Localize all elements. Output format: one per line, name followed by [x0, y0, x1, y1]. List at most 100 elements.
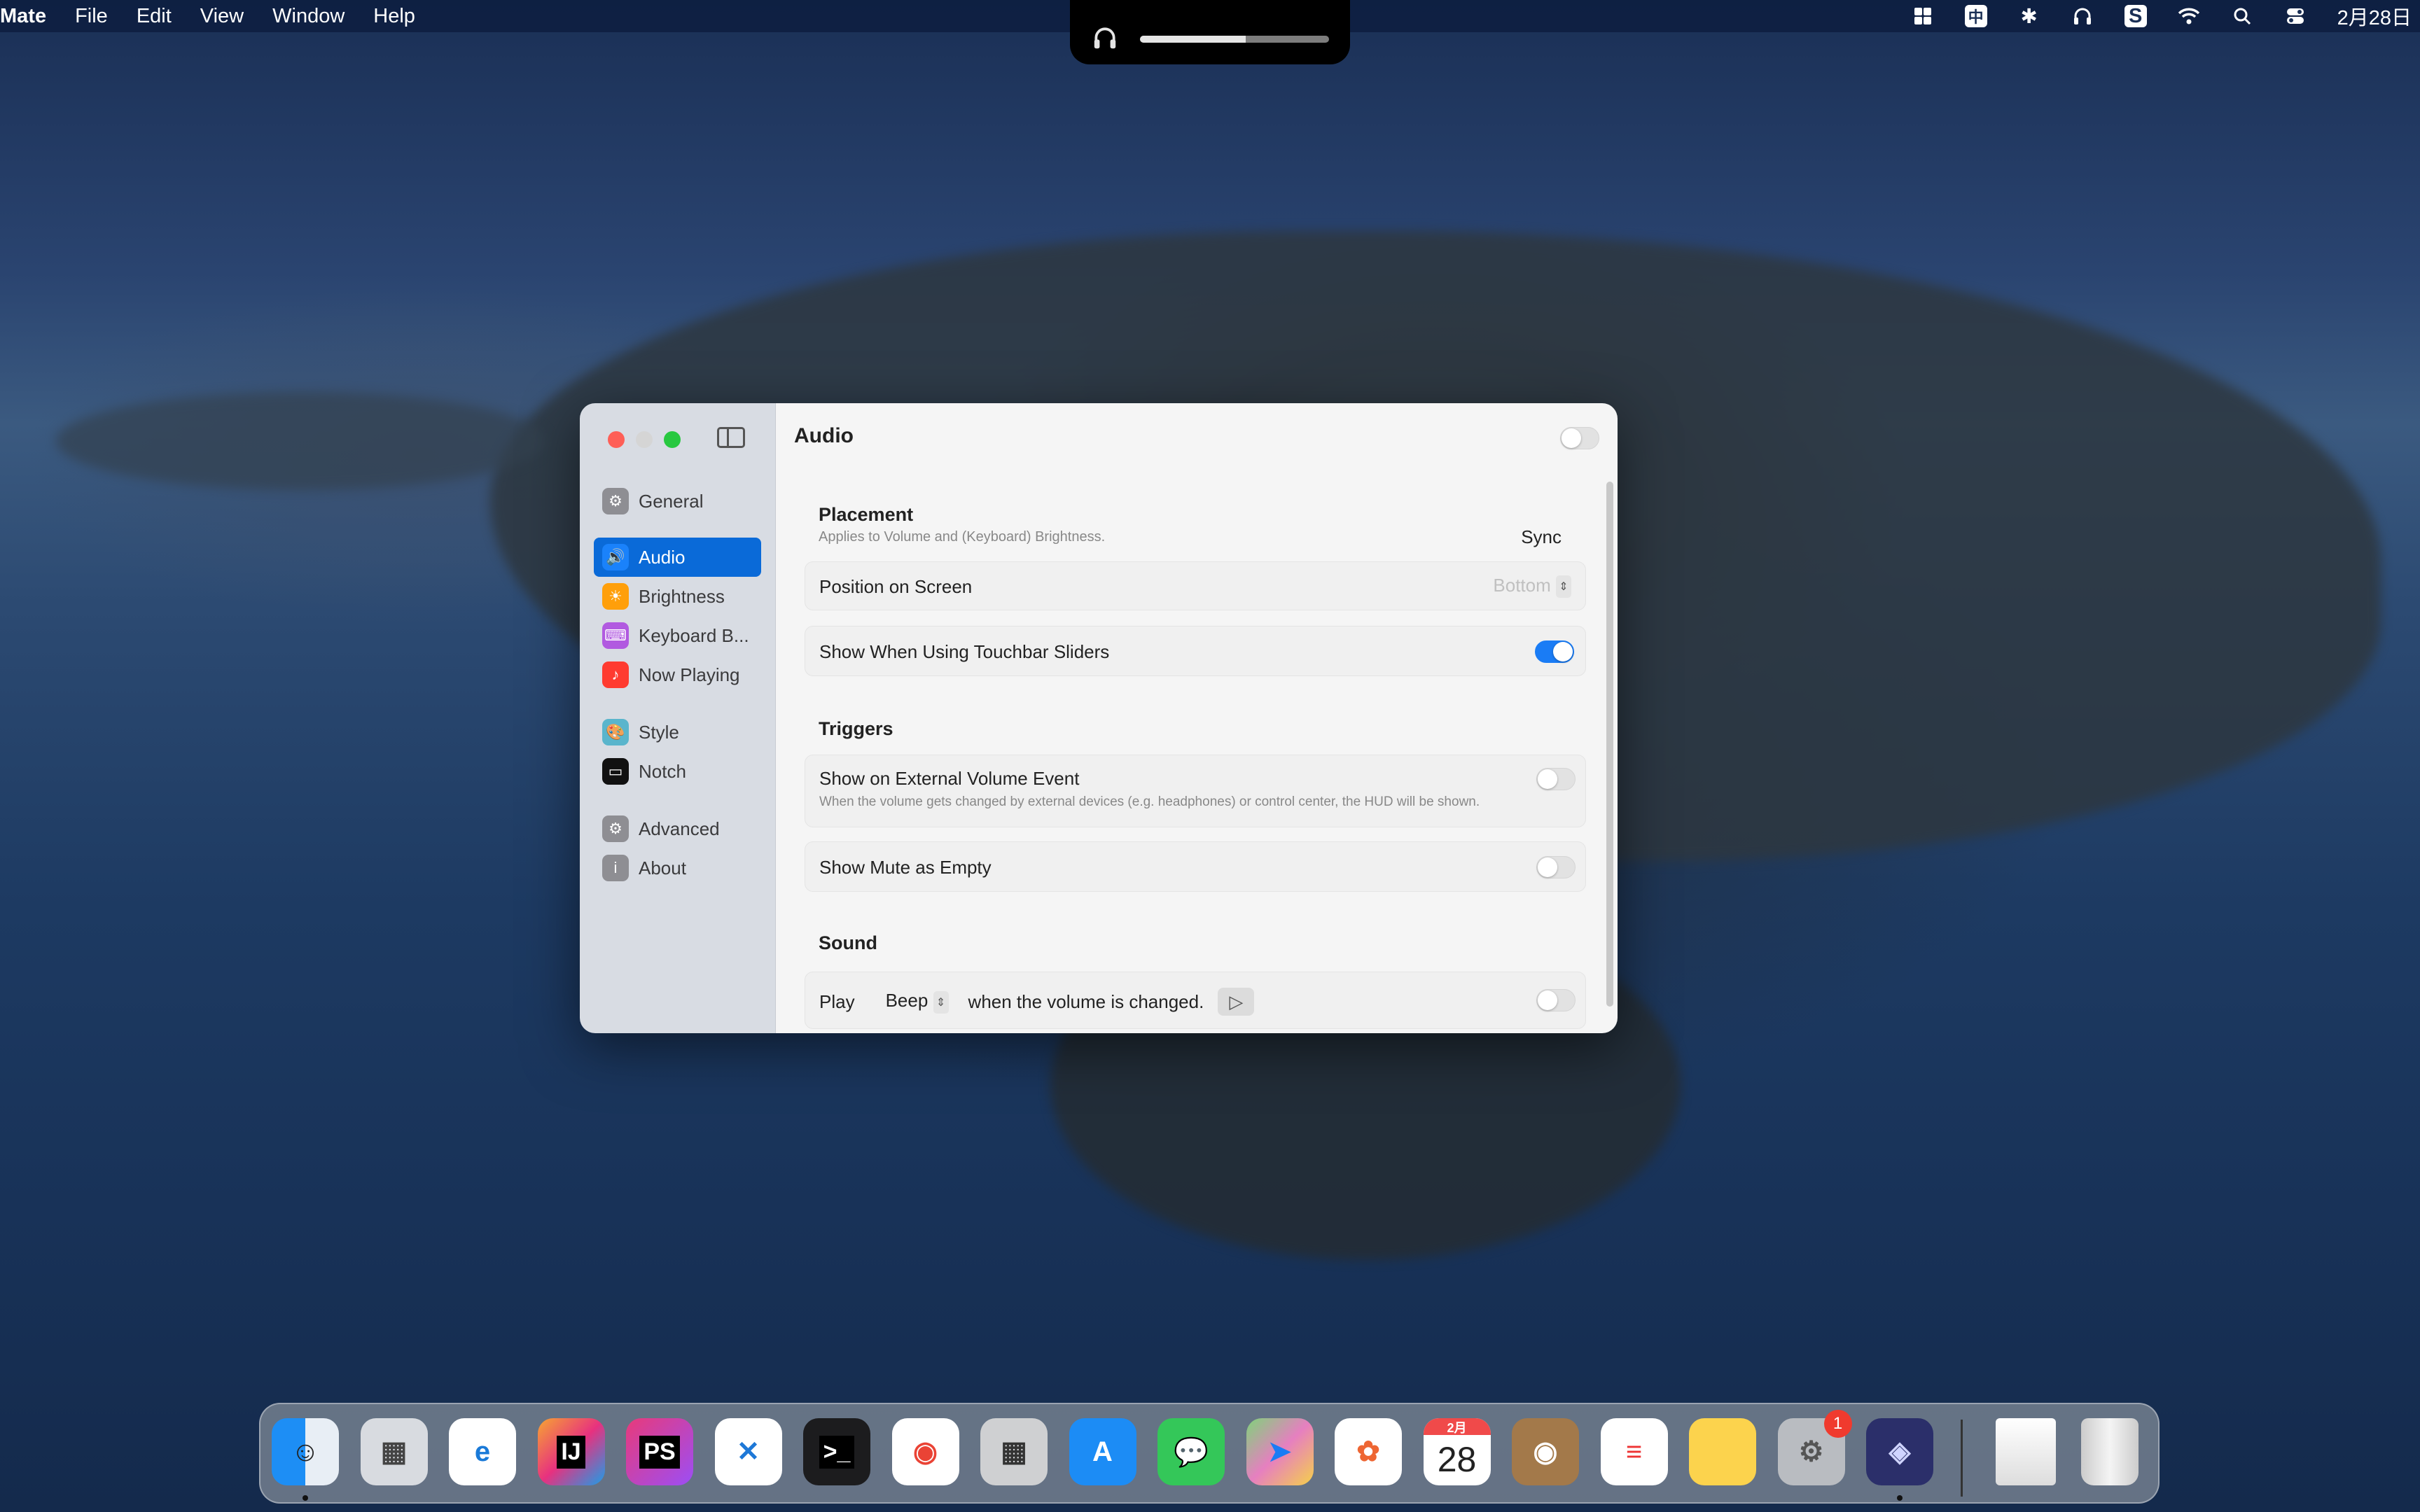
sidebar-item-style[interactable]: 🎨 Style	[594, 713, 761, 752]
dock-app-intellij-idea[interactable]: IJ	[537, 1418, 605, 1485]
sound-select[interactable]: Beep ⇕	[885, 990, 949, 1014]
dock-app-google-chrome[interactable]: ◉	[891, 1418, 959, 1485]
dock-app-reminders[interactable]: ≡	[1600, 1418, 1668, 1485]
search-icon[interactable]	[2231, 5, 2253, 27]
input-method-icon[interactable]: 中	[1964, 5, 1987, 27]
dock-app-terminal[interactable]: >_	[803, 1418, 870, 1485]
dock-app-photos[interactable]: ✿	[1335, 1418, 1402, 1485]
app-icon-glyph: A	[1092, 1436, 1113, 1467]
running-indicator	[302, 1495, 308, 1501]
app-icon-glyph: ◈	[1889, 1436, 1911, 1467]
external-event-label: Show on External Volume Event	[819, 768, 1080, 789]
mute-empty-toggle[interactable]	[1536, 856, 1576, 878]
wifi-icon[interactable]	[2178, 5, 2200, 27]
calendar-day: 28	[1437, 1440, 1477, 1479]
header-toggle[interactable]	[1560, 427, 1599, 449]
external-event-toggle[interactable]	[1536, 768, 1576, 790]
sync-label: Sync	[1521, 526, 1562, 547]
menubar-date[interactable]: 2月28日	[2337, 1, 2412, 31]
external-event-row: Show on External Volume Event When the v…	[805, 755, 1586, 827]
sidebar: ⚙ General 🔊 Audio ☀ Brightness ⌨ Keyboard B... ♪…	[580, 403, 776, 1033]
sidebar-item-label: Style	[639, 721, 679, 743]
dock-app-calendar[interactable]: 2月 28	[1423, 1418, 1491, 1485]
wallpaper-headland	[56, 392, 546, 490]
s-app-icon[interactable]: S	[2124, 5, 2147, 27]
sidebar-item-label: Keyboard B...	[639, 624, 749, 646]
close-button[interactable]	[608, 431, 625, 448]
sidebar-item-advanced[interactable]: ⚙ Advanced	[594, 809, 761, 848]
volume-bar-fill	[1140, 36, 1246, 43]
play-icon: ▷	[1229, 990, 1244, 1012]
app-icon-glyph: ⚙	[1798, 1436, 1824, 1467]
sidebar-item-label: Notch	[639, 760, 686, 782]
touchbar-label: Show When Using Touchbar Sliders	[819, 641, 1110, 662]
sound-toggle[interactable]	[1536, 989, 1576, 1011]
trash-icon[interactable]	[2081, 1418, 2139, 1485]
gear-icon: ⚙	[602, 488, 629, 514]
sidebar-item-label: Advanced	[639, 818, 720, 839]
touchbar-row: Show When Using Touchbar Sliders	[805, 626, 1586, 676]
calendar-month: 2月	[1423, 1418, 1491, 1435]
position-row: Position on Screen Bottom ⇕	[805, 561, 1586, 610]
headphones-icon[interactable]	[2071, 5, 2094, 27]
sidebar-item-general[interactable]: ⚙ General	[594, 482, 761, 521]
app-icon-glyph: ✕	[736, 1436, 760, 1467]
bluetooth-icon[interactable]: ✱	[2018, 5, 2040, 28]
menu-file[interactable]: File	[75, 5, 108, 28]
section-sound: Sound	[819, 932, 877, 953]
page-title: Audio	[794, 424, 854, 447]
touchbar-toggle[interactable]	[1535, 640, 1574, 663]
zoom-button[interactable]	[664, 431, 681, 448]
speaker-icon: 🔊	[602, 544, 629, 570]
dock-app-messages[interactable]: 💬	[1157, 1418, 1225, 1485]
dock-app-finder[interactable]: ☺	[272, 1418, 339, 1485]
position-select[interactable]: Bottom ⇕	[1493, 575, 1571, 598]
app-icon-glyph: ◉	[913, 1436, 938, 1467]
grid-icon[interactable]	[1912, 5, 1934, 27]
dock-app-system-preferences[interactable]: ⚙ 1	[1777, 1410, 1852, 1485]
dock-app-phpstorm[interactable]: PS	[626, 1418, 693, 1485]
external-event-desc: When the volume gets changed by external…	[819, 794, 1480, 809]
sound-value: Beep	[885, 990, 929, 1011]
menu-help[interactable]: Help	[373, 5, 415, 28]
dock-app-microsoft-edge[interactable]: e	[449, 1418, 516, 1485]
sidebar-item-now-playing[interactable]: ♪ Now Playing	[594, 655, 761, 694]
control-center-icon[interactable]	[2284, 5, 2307, 27]
minimize-button[interactable]	[636, 431, 653, 448]
position-value: Bottom	[1493, 575, 1551, 596]
volume-bar	[1140, 36, 1329, 43]
sidebar-item-audio[interactable]: 🔊 Audio	[594, 538, 761, 577]
app-icon-glyph: 💬	[1174, 1436, 1209, 1468]
music-note-icon: ♪	[602, 662, 629, 688]
dock-app-launchpad[interactable]: ▦	[360, 1418, 428, 1485]
dock-app-maps[interactable]: ➤	[1246, 1418, 1314, 1485]
dock-separator	[1961, 1420, 1963, 1497]
dock-app-notes[interactable]	[1689, 1418, 1756, 1485]
menu-view[interactable]: View	[200, 5, 244, 28]
downloads-stack[interactable]	[1996, 1418, 2056, 1485]
dock-app-visual-studio-code[interactable]: ✕	[714, 1418, 782, 1485]
dock-app-calculator[interactable]: ▦	[980, 1418, 1048, 1485]
mute-empty-row: Show Mute as Empty	[805, 841, 1586, 892]
sidebar-toggle-icon[interactable]	[717, 427, 745, 448]
status-area: 中 ✱ S 2月28日	[1912, 0, 2412, 32]
menu-window[interactable]: Window	[272, 5, 345, 28]
scrollbar[interactable]	[1606, 482, 1613, 1007]
display-icon: ▭	[602, 758, 629, 785]
sidebar-item-notch[interactable]: ▭ Notch	[594, 752, 761, 791]
sidebar-item-keyboard-b[interactable]: ⌨ Keyboard B...	[594, 616, 761, 655]
sidebar-item-about[interactable]: i About	[594, 848, 761, 888]
menu-edit[interactable]: Edit	[137, 5, 172, 28]
settings-window: ⚙ General 🔊 Audio ☀ Brightness ⌨ Keyboard B... ♪…	[580, 403, 1618, 1033]
app-icon-glyph: ◉	[1533, 1436, 1558, 1467]
app-menu[interactable]: Mate	[0, 5, 46, 28]
dock-app-app-store[interactable]: A	[1069, 1418, 1136, 1485]
dock-app-contacts[interactable]: ◉	[1512, 1418, 1579, 1485]
app-label: >_	[819, 1435, 855, 1469]
app-icon-glyph: ≡	[1625, 1436, 1643, 1467]
sidebar-item-brightness[interactable]: ☀ Brightness	[594, 577, 761, 616]
volume-hud	[1070, 0, 1350, 64]
app-icon-glyph: e	[474, 1436, 491, 1467]
play-preview-button[interactable]: ▷	[1218, 988, 1255, 1016]
dock-app-mate[interactable]: ◈	[1866, 1418, 1933, 1485]
